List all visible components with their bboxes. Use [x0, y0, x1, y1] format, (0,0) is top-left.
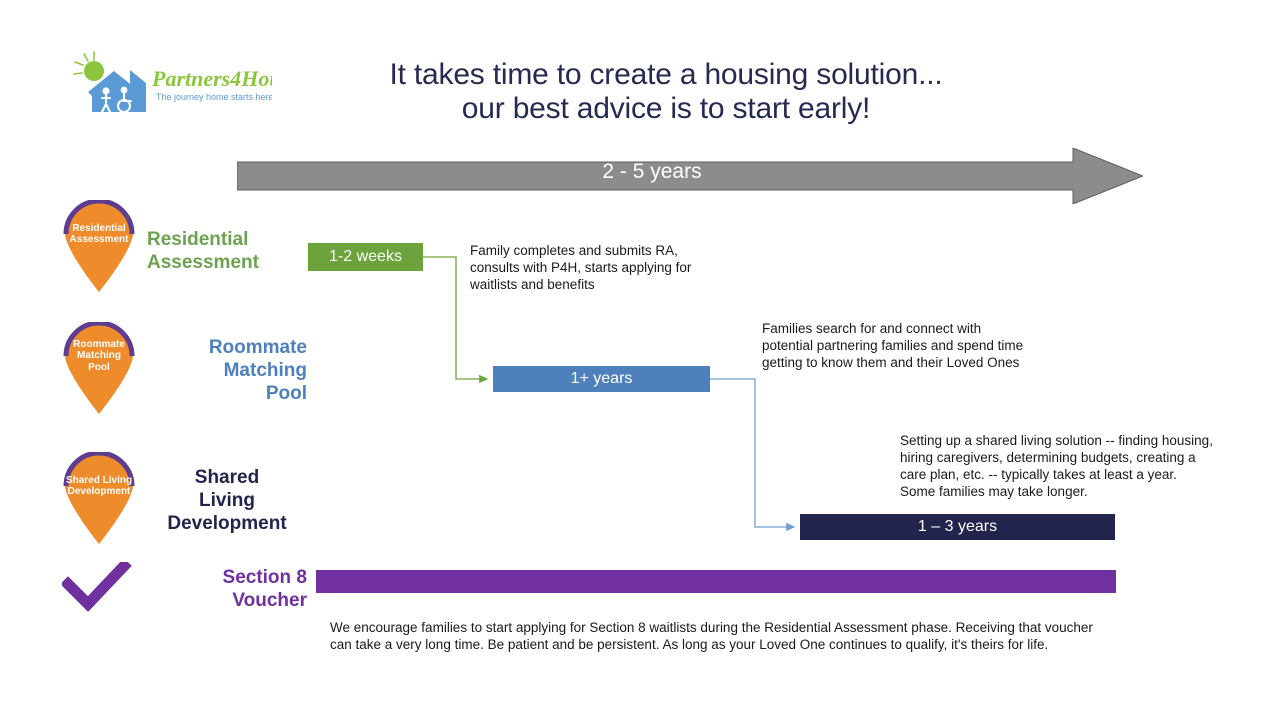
slide-canvas: Partners4Housing The journey home starts…	[0, 0, 1280, 720]
checkmark-icon	[60, 558, 132, 612]
stage-label-line-1: Roommate	[208, 337, 307, 358]
map-pin-icon	[60, 322, 138, 414]
stage-label-line-1: Residential	[147, 229, 249, 250]
annotation-section-8-voucher: We encourage families to start applying …	[330, 620, 1093, 652]
stage-label-line-2: Assessment	[147, 252, 259, 273]
stage-label-line-2: Voucher	[232, 590, 307, 611]
page-title: It takes time to create a housing soluti…	[330, 58, 1002, 126]
duration-bar-section-8-voucher[interactable]	[316, 570, 1116, 593]
stage-label-residential-assessment: Residential Assessment	[147, 228, 307, 274]
logo-wordmark: Partners4Housing	[151, 66, 272, 91]
annotation-shared-living-development: Setting up a shared living solution -- f…	[900, 433, 1213, 499]
title-line-1: It takes time to create a housing soluti…	[389, 58, 943, 91]
stage-label-shared-living-development: Shared Living Development	[147, 466, 307, 535]
annotation-residential-assessment: Family completes and submits RA, consult…	[470, 243, 692, 292]
duration-bar-label: 1 – 3 years	[917, 518, 998, 535]
stage-label-section-8-voucher: Section 8 Voucher	[147, 566, 307, 612]
duration-bar-label: 1+ years	[570, 370, 633, 387]
timeline-banner-label: 2 - 5 years	[602, 160, 702, 183]
stage-label-line-2: Matching	[223, 360, 307, 381]
stage-label-line-1: Section 8	[222, 567, 307, 588]
stage-label-line-2: Living	[199, 490, 255, 511]
annotation-roommate-matching-pool: Families search for and connect with pot…	[762, 321, 1024, 370]
stage-label-line-1: Shared	[194, 467, 260, 488]
duration-bar-shared-living-development[interactable]: 1 – 3 years	[800, 514, 1115, 540]
stage-label-line-3: Pool	[265, 383, 307, 404]
stage-label-roommate-matching-pool: Roommate Matching Pool	[147, 336, 307, 405]
duration-bar-residential-assessment[interactable]: 1-2 weeks	[308, 243, 423, 271]
stage-label-line-3: Development	[167, 513, 287, 534]
map-pin-icon	[60, 200, 138, 292]
map-pin-icon	[60, 452, 138, 544]
duration-bar-roommate-matching-pool[interactable]: 1+ years	[493, 366, 710, 392]
title-line-2: our best advice is to start early!	[461, 92, 871, 125]
partners4housing-logo: Partners4Housing The journey home starts…	[72, 50, 272, 116]
duration-bar-label: 1-2 weeks	[329, 248, 402, 265]
logo-tagline: The journey home starts here	[156, 92, 272, 102]
